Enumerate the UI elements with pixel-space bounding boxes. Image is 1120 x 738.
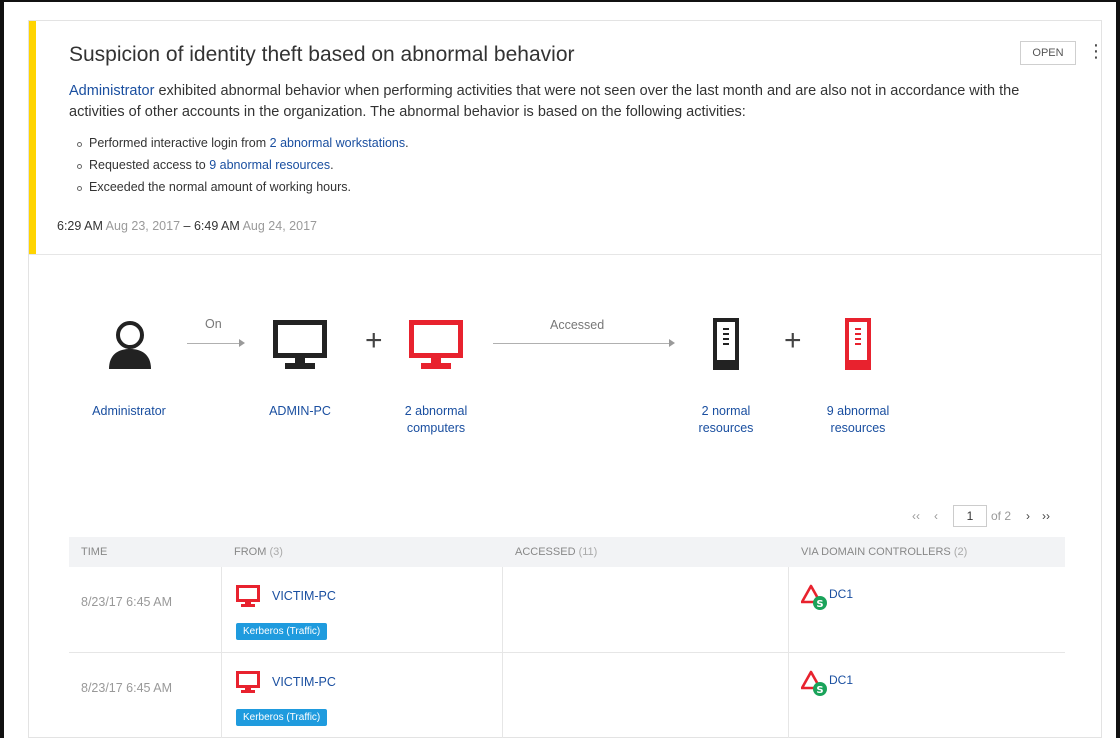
activity-item: Exceeded the normal amount of working ho… bbox=[77, 176, 409, 198]
activity-diagram: Administrator On ADMIN-PC + 2 abnormal co… bbox=[29, 256, 1101, 486]
protocol-badge: Kerberos (Traffic) bbox=[236, 709, 328, 726]
column-count: (2) bbox=[950, 546, 968, 558]
abnormal-server-icon[interactable] bbox=[845, 318, 871, 370]
page-total: of 2 bbox=[991, 509, 1012, 523]
time-cell: 8/23/17 6:45 AM bbox=[69, 653, 222, 738]
time-separator: – bbox=[180, 219, 194, 233]
activity-text: Requested access to bbox=[89, 158, 210, 172]
column-label: TIME bbox=[81, 546, 108, 558]
time-range: 6:29 AM Aug 23, 2017 – 6:49 AM Aug 24, 2… bbox=[57, 219, 317, 233]
table-row: 8/23/17 6:45 AM VICTIM-PC Kerberos (Traf… bbox=[69, 567, 1065, 653]
window-frame-left bbox=[0, 0, 4, 738]
domain-controller-link[interactable]: DC1 bbox=[829, 673, 853, 687]
abnormal-workstations-link[interactable]: 2 abnormal workstations bbox=[270, 136, 405, 150]
accessed-cell bbox=[503, 567, 789, 652]
start-time: 6:29 AM bbox=[57, 219, 103, 233]
abnormal-resources-noun: resources bbox=[830, 421, 886, 435]
window-frame-top bbox=[0, 0, 1120, 2]
activity-suffix: . bbox=[405, 136, 409, 150]
abnormal-resources-label[interactable]: 9 abnormal resources bbox=[813, 403, 903, 437]
activity-item: Requested access to 9 abnormal resources… bbox=[77, 154, 409, 176]
abnormal-resources-count: 9 abnormal bbox=[826, 404, 890, 418]
normal-resources-noun: resources bbox=[698, 421, 754, 435]
pagination: ‹‹ ‹ 1 of 2 › ›› bbox=[909, 505, 1053, 527]
column-label: ACCESSED bbox=[515, 546, 576, 558]
normal-resources-label[interactable]: 2 normal resources bbox=[681, 403, 771, 437]
accessed-cell bbox=[503, 653, 789, 738]
domain-controller-icon: S bbox=[801, 584, 827, 610]
column-count: (11) bbox=[575, 546, 598, 558]
end-time: 6:49 AM bbox=[193, 219, 240, 233]
column-header-accessed[interactable]: ACCESSED (11) bbox=[503, 537, 789, 567]
user-node-label[interactable]: Administrator bbox=[79, 403, 179, 420]
column-header-time[interactable]: TIME bbox=[69, 537, 222, 567]
activity-suffix: . bbox=[330, 158, 334, 172]
plus-sign: + bbox=[784, 324, 802, 357]
accessed-label: Accessed bbox=[550, 318, 605, 332]
activity-table: TIME FROM (3) ACCESSED (11) VIA DOMAIN C… bbox=[69, 537, 1065, 738]
next-page-icon[interactable]: › bbox=[1021, 509, 1035, 523]
user-link[interactable]: Administrator bbox=[69, 83, 154, 99]
accessed-arrow-line bbox=[493, 343, 671, 344]
alert-header: Suspicion of identity theft based on abn… bbox=[29, 21, 1105, 255]
on-arrow-line bbox=[187, 343, 241, 344]
server-icon[interactable] bbox=[713, 318, 739, 370]
page-number-input[interactable]: 1 bbox=[953, 505, 987, 527]
row-time: 8/23/17 6:45 AM bbox=[81, 681, 173, 695]
table-row: 8/23/17 6:45 AM VICTIM-PC Kerberos (Traf… bbox=[69, 653, 1065, 738]
accessed-arrow-head bbox=[669, 339, 675, 347]
protocol-badge: Kerberos (Traffic) bbox=[236, 623, 328, 640]
row-time: 8/23/17 6:45 AM bbox=[81, 595, 173, 609]
prev-page-icon[interactable]: ‹ bbox=[929, 509, 943, 523]
activity-text: Performed interactive login from bbox=[89, 136, 270, 150]
abnormal-monitor-icon bbox=[236, 671, 260, 693]
activity-item: Performed interactive login from 2 abnor… bbox=[77, 132, 409, 154]
domain-controller-link[interactable]: DC1 bbox=[829, 587, 853, 601]
admin-pc-label[interactable]: ADMIN-PC bbox=[245, 403, 355, 420]
domain-controller-icon: S bbox=[801, 670, 827, 696]
description-text: exhibited abnormal behavior when perform… bbox=[69, 83, 1020, 120]
dc-cell: S DC1 bbox=[789, 567, 1065, 652]
source-computer-link[interactable]: VICTIM-PC bbox=[272, 675, 336, 689]
time-cell: 8/23/17 6:45 AM bbox=[69, 567, 222, 652]
last-page-icon[interactable]: ›› bbox=[1039, 509, 1053, 523]
severity-accent-bar bbox=[29, 21, 36, 254]
on-arrow-head bbox=[239, 339, 245, 347]
abnormal-monitor-icon bbox=[236, 585, 260, 607]
end-date: Aug 24, 2017 bbox=[239, 219, 317, 233]
start-date: Aug 23, 2017 bbox=[102, 219, 181, 233]
more-options-icon[interactable]: ⋮ bbox=[1087, 39, 1105, 65]
activity-list: Performed interactive login from 2 abnor… bbox=[77, 132, 409, 198]
column-label: FROM bbox=[234, 546, 267, 558]
dc-cell: S DC1 bbox=[789, 653, 1065, 738]
column-count: (3) bbox=[266, 546, 283, 558]
abnormal-computers-count: 2 abnormal bbox=[404, 404, 468, 418]
normal-resources-count: 2 normal bbox=[701, 404, 751, 418]
abnormal-computers-label[interactable]: 2 abnormal computers bbox=[381, 403, 491, 437]
table-header: TIME FROM (3) ACCESSED (11) VIA DOMAIN C… bbox=[69, 537, 1065, 567]
column-header-domain-controllers[interactable]: VIA DOMAIN CONTROLLERS (2) bbox=[789, 537, 1065, 567]
status-button[interactable]: OPEN bbox=[1020, 41, 1076, 65]
alert-title: Suspicion of identity theft based on abn… bbox=[69, 43, 575, 66]
from-cell: VICTIM-PC Kerberos (Traffic) bbox=[222, 567, 503, 652]
source-computer-link[interactable]: VICTIM-PC bbox=[272, 589, 336, 603]
plus-sign: + bbox=[365, 324, 383, 357]
alert-description: Administrator exhibited abnormal behavio… bbox=[69, 81, 1069, 123]
svg-text:S: S bbox=[816, 599, 823, 610]
monitor-icon[interactable] bbox=[273, 320, 327, 372]
window-frame-right bbox=[1116, 0, 1120, 738]
from-cell: VICTIM-PC Kerberos (Traffic) bbox=[222, 653, 503, 738]
abnormal-computers-noun: computers bbox=[406, 421, 466, 435]
column-header-from[interactable]: FROM (3) bbox=[222, 537, 503, 567]
abnormal-monitor-icon[interactable] bbox=[409, 320, 463, 372]
column-label: VIA DOMAIN CONTROLLERS bbox=[801, 546, 951, 558]
user-icon[interactable] bbox=[105, 320, 155, 370]
first-page-icon[interactable]: ‹‹ bbox=[909, 509, 923, 523]
abnormal-resources-link[interactable]: 9 abnormal resources bbox=[209, 158, 330, 172]
svg-text:S: S bbox=[816, 685, 823, 696]
on-label: On bbox=[205, 317, 222, 331]
alert-card: Suspicion of identity theft based on abn… bbox=[28, 20, 1105, 738]
activity-text: Exceeded the normal amount of working ho… bbox=[89, 180, 351, 194]
